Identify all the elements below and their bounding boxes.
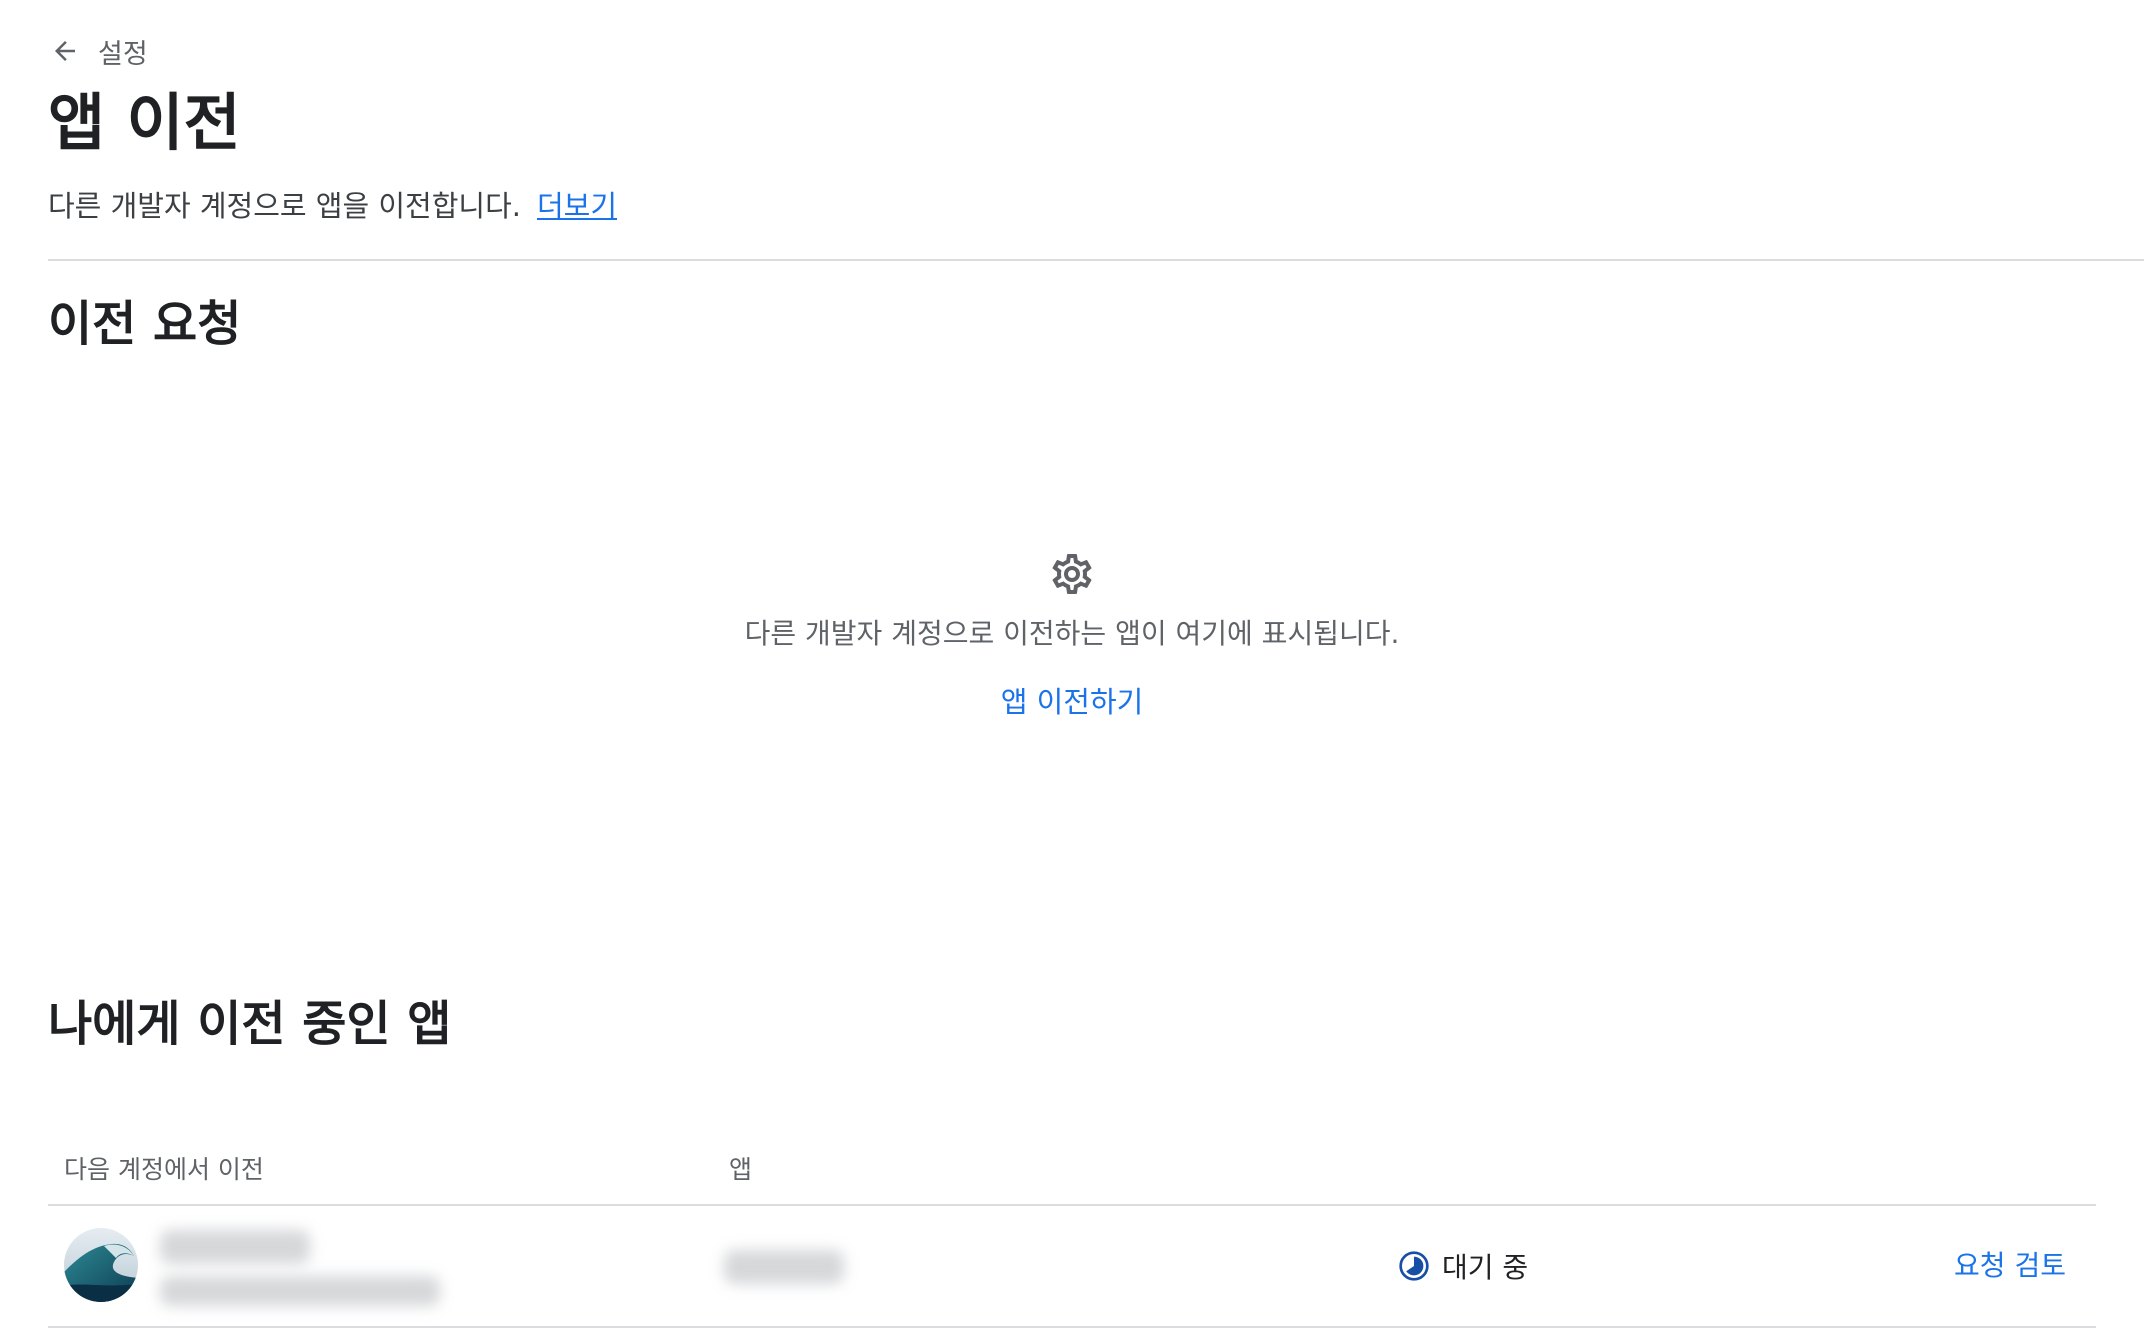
- column-header-from-account: 다음 계정에서 이전: [64, 1155, 264, 1184]
- review-request-button[interactable]: 요청 검토: [1954, 1246, 2066, 1286]
- redacted-account-email: [160, 1276, 440, 1306]
- transfer-requests-title: 이전 요청: [48, 296, 242, 352]
- table-header: 다음 계정에서 이전 앱: [48, 1140, 2096, 1206]
- column-header-app: 앱: [729, 1155, 753, 1184]
- page-description: 다른 개발자 계정으로 앱을 이전합니다. 더보기: [48, 184, 617, 228]
- status-text: 대기 중: [1442, 1251, 1529, 1284]
- status-badge: 대기 중: [1398, 1246, 1528, 1286]
- back-link[interactable]: 설정: [50, 28, 148, 74]
- redacted-app-name: [724, 1250, 844, 1284]
- gear-icon: [1052, 554, 1092, 594]
- page-title: 앱 이전: [48, 86, 241, 159]
- arrow-back-icon: [55, 41, 75, 61]
- wave-avatar-image: [64, 1228, 138, 1302]
- avatar: [64, 1228, 138, 1302]
- incoming-transfers-table: 다음 계정에서 이전 앱 대기 중 요청 검토: [48, 1140, 2096, 1328]
- pending-clock-icon: [1399, 1251, 1429, 1281]
- app-transfer-page: 설정 앱 이전 다른 개발자 계정으로 앱을 이전합니다. 더보기 이전 요청 다…: [0, 0, 2144, 1344]
- empty-state-text: 다른 개발자 계정으로 이전하는 앱이 여기에 표시됩니다.: [744, 617, 1400, 650]
- description-text: 다른 개발자 계정으로 앱을 이전합니다.: [48, 189, 521, 223]
- header-divider: [48, 259, 2144, 261]
- transfer-requests-empty-state: 다른 개발자 계정으로 이전하는 앱이 여기에 표시됩니다. 앱 이전하기: [0, 550, 2144, 722]
- incoming-transfers-title: 나에게 이전 중인 앱: [48, 996, 452, 1052]
- back-link-label: 설정: [98, 38, 148, 70]
- redacted-account-name: [160, 1230, 310, 1264]
- table-row: 대기 중 요청 검토: [48, 1206, 2096, 1328]
- learn-more-link[interactable]: 더보기: [537, 189, 617, 223]
- transfer-app-button[interactable]: 앱 이전하기: [1001, 682, 1144, 722]
